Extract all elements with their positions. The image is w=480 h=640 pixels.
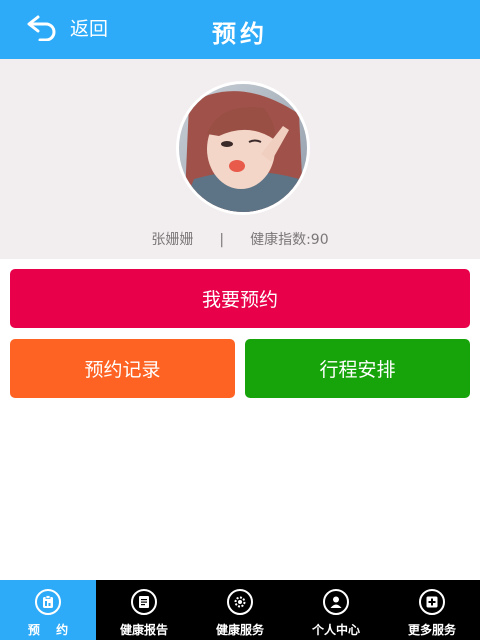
- make-appointment-button[interactable]: 我要预约: [10, 269, 470, 328]
- tab-health-report[interactable]: 健康报告: [96, 580, 192, 640]
- user-icon: [323, 589, 349, 615]
- page-title: 预约: [212, 20, 268, 48]
- profile-summary: 张姗姗 | 健康指数:90: [0, 229, 480, 249]
- schedule-button[interactable]: 行程安排: [245, 339, 470, 398]
- appointment-records-button[interactable]: 预约记录: [10, 339, 235, 398]
- avatar-photo: [179, 84, 307, 212]
- avatar[interactable]: [176, 81, 310, 215]
- tab-more-services[interactable]: 更多服务: [384, 580, 480, 640]
- clipboard-icon: [35, 589, 61, 615]
- tab-label: 健康报告: [119, 623, 168, 637]
- health-index: 健康指数:90: [250, 232, 329, 248]
- plus-icon: [419, 589, 445, 615]
- tab-label: 个人中心: [311, 623, 360, 637]
- tab-label: 更多服务: [407, 623, 456, 637]
- user-name: 张姗姗: [151, 232, 194, 248]
- bottom-tab-bar: 预 约 健康报告 健康服务 个人中心 更多服务: [0, 580, 480, 640]
- separator: |: [219, 232, 225, 248]
- profile-panel: 张姗姗 | 健康指数:90: [0, 59, 480, 259]
- gear-icon: [227, 589, 253, 615]
- tab-personal-center[interactable]: 个人中心: [288, 580, 384, 640]
- tab-label: 预 约: [27, 623, 75, 637]
- tab-label: 健康服务: [215, 623, 264, 637]
- report-icon: [131, 589, 157, 615]
- tab-health-service[interactable]: 健康服务: [192, 580, 288, 640]
- tab-appointment[interactable]: 预 约: [0, 580, 96, 640]
- top-bar: 返回 预约: [0, 0, 480, 59]
